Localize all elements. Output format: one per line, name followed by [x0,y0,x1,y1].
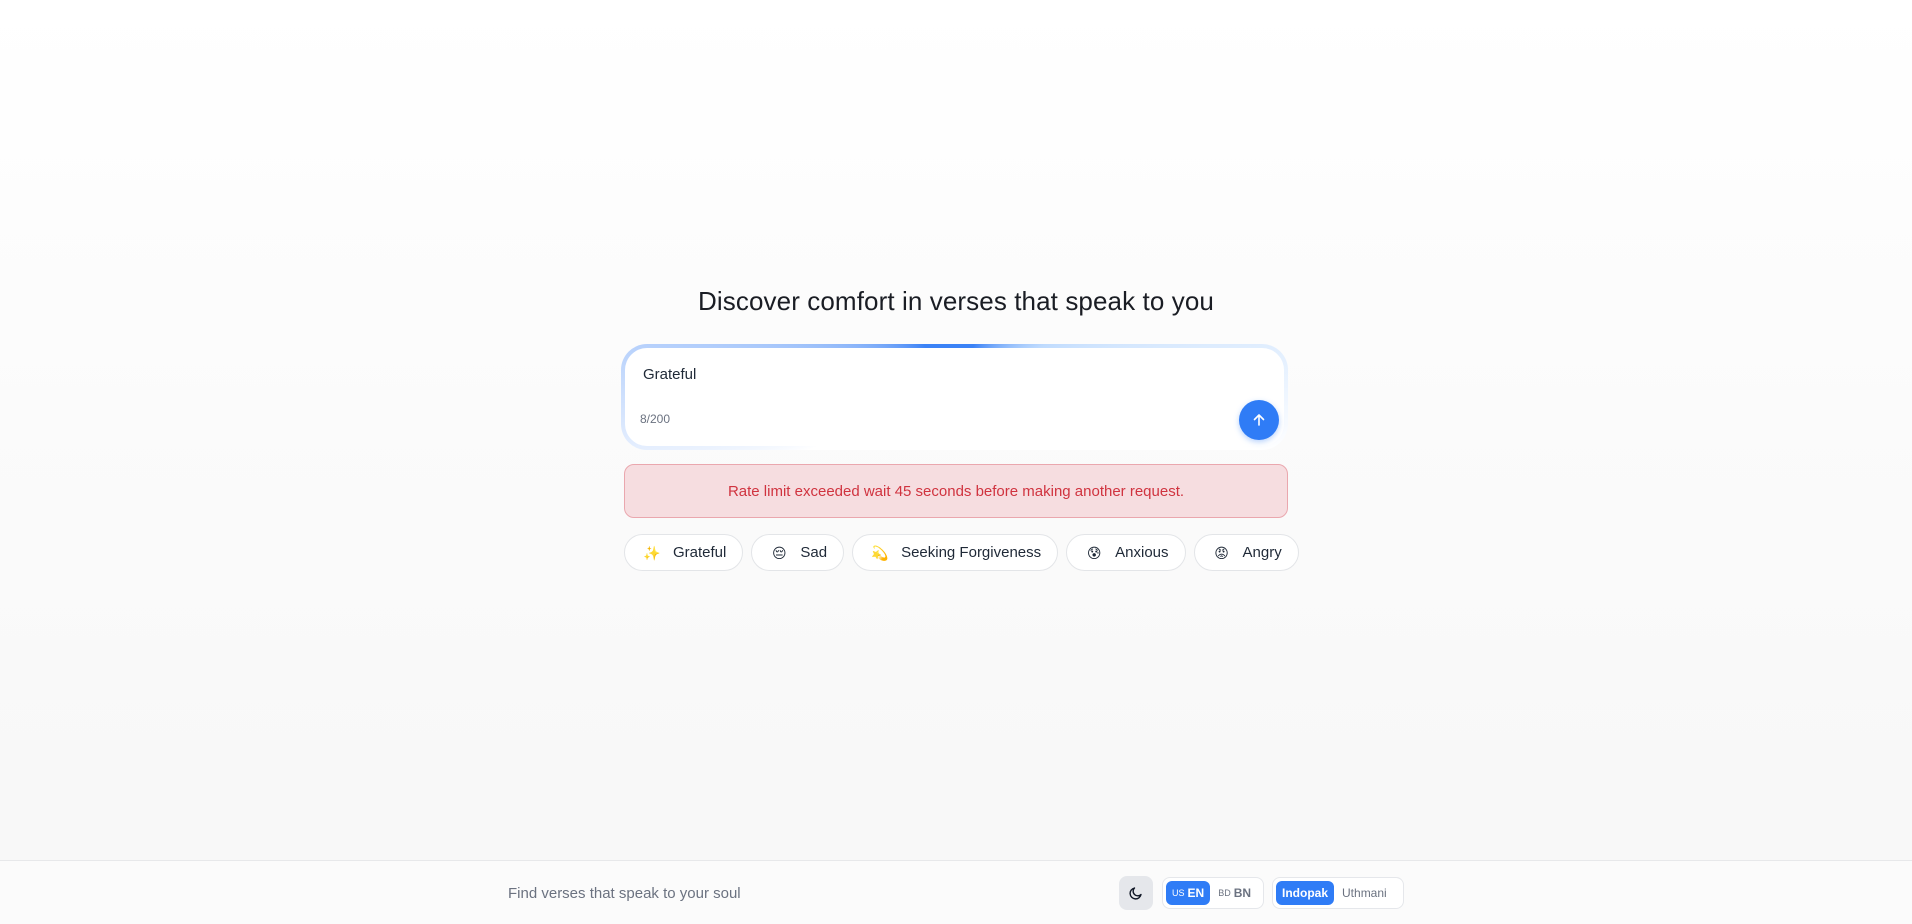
mood-label: Grateful [673,544,727,561]
mood-chip-seeking-forgiveness[interactable]: 💫 Seeking Forgiveness [852,534,1059,571]
mood-label: Seeking Forgiveness [901,544,1042,561]
sad-face-icon: 😔 [772,544,787,561]
script-option-uthmani[interactable]: Uthmani [1336,881,1393,905]
mood-chip-grateful[interactable]: ✨ Grateful [624,534,744,571]
mood-label: Sad [800,544,828,561]
anxious-face-icon: 😰 [1086,544,1102,561]
mood-label: Angry [1242,544,1282,561]
rate-limit-alert: Rate limit exceeded wait 45 seconds befo… [624,464,1288,518]
page-title: Discover comfort in verses that speak to… [698,286,1214,316]
mood-label: Anxious [1115,544,1169,561]
submit-button[interactable] [1239,400,1279,440]
sparkles-icon: ✨ [643,544,661,561]
search-container: 8/200 [621,344,1288,450]
mood-chips: ✨ Grateful 😔 Sad 💫 Seeking Forgiveness 😰… [624,534,1299,571]
script-switcher: Indopak Uthmani [1272,877,1404,909]
mood-chip-anxious[interactable]: 😰 Anxious [1066,534,1186,571]
mood-search-input[interactable] [643,362,1203,386]
bd-flag-icon: BD [1218,888,1231,898]
theme-toggle-button[interactable] [1119,876,1153,910]
script-option-indopak[interactable]: Indopak [1276,881,1335,905]
language-switcher: US EN BD BN [1162,877,1264,909]
us-flag-icon: US [1172,888,1185,898]
footer-tagline: Find verses that speak to your soul [508,885,741,902]
main-content: Discover comfort in verses that speak to… [0,0,1912,860]
mood-chip-angry[interactable]: 😡 Angry [1193,534,1299,571]
arrow-up-icon [1253,414,1265,426]
angry-face-icon: 😡 [1214,544,1229,561]
dizzy-star-icon: 💫 [871,544,889,561]
footer: Find verses that speak to your soul US E… [0,860,1912,924]
language-option-bn[interactable]: BD BN [1212,881,1257,905]
moon-icon [1129,887,1142,900]
search-box: 8/200 [625,348,1284,446]
language-option-en[interactable]: US EN [1166,881,1211,905]
alert-message: Rate limit exceeded wait 45 seconds befo… [727,482,1185,500]
mood-chip-sad[interactable]: 😔 Sad [751,534,845,571]
char-counter: 8/200 [640,412,671,426]
